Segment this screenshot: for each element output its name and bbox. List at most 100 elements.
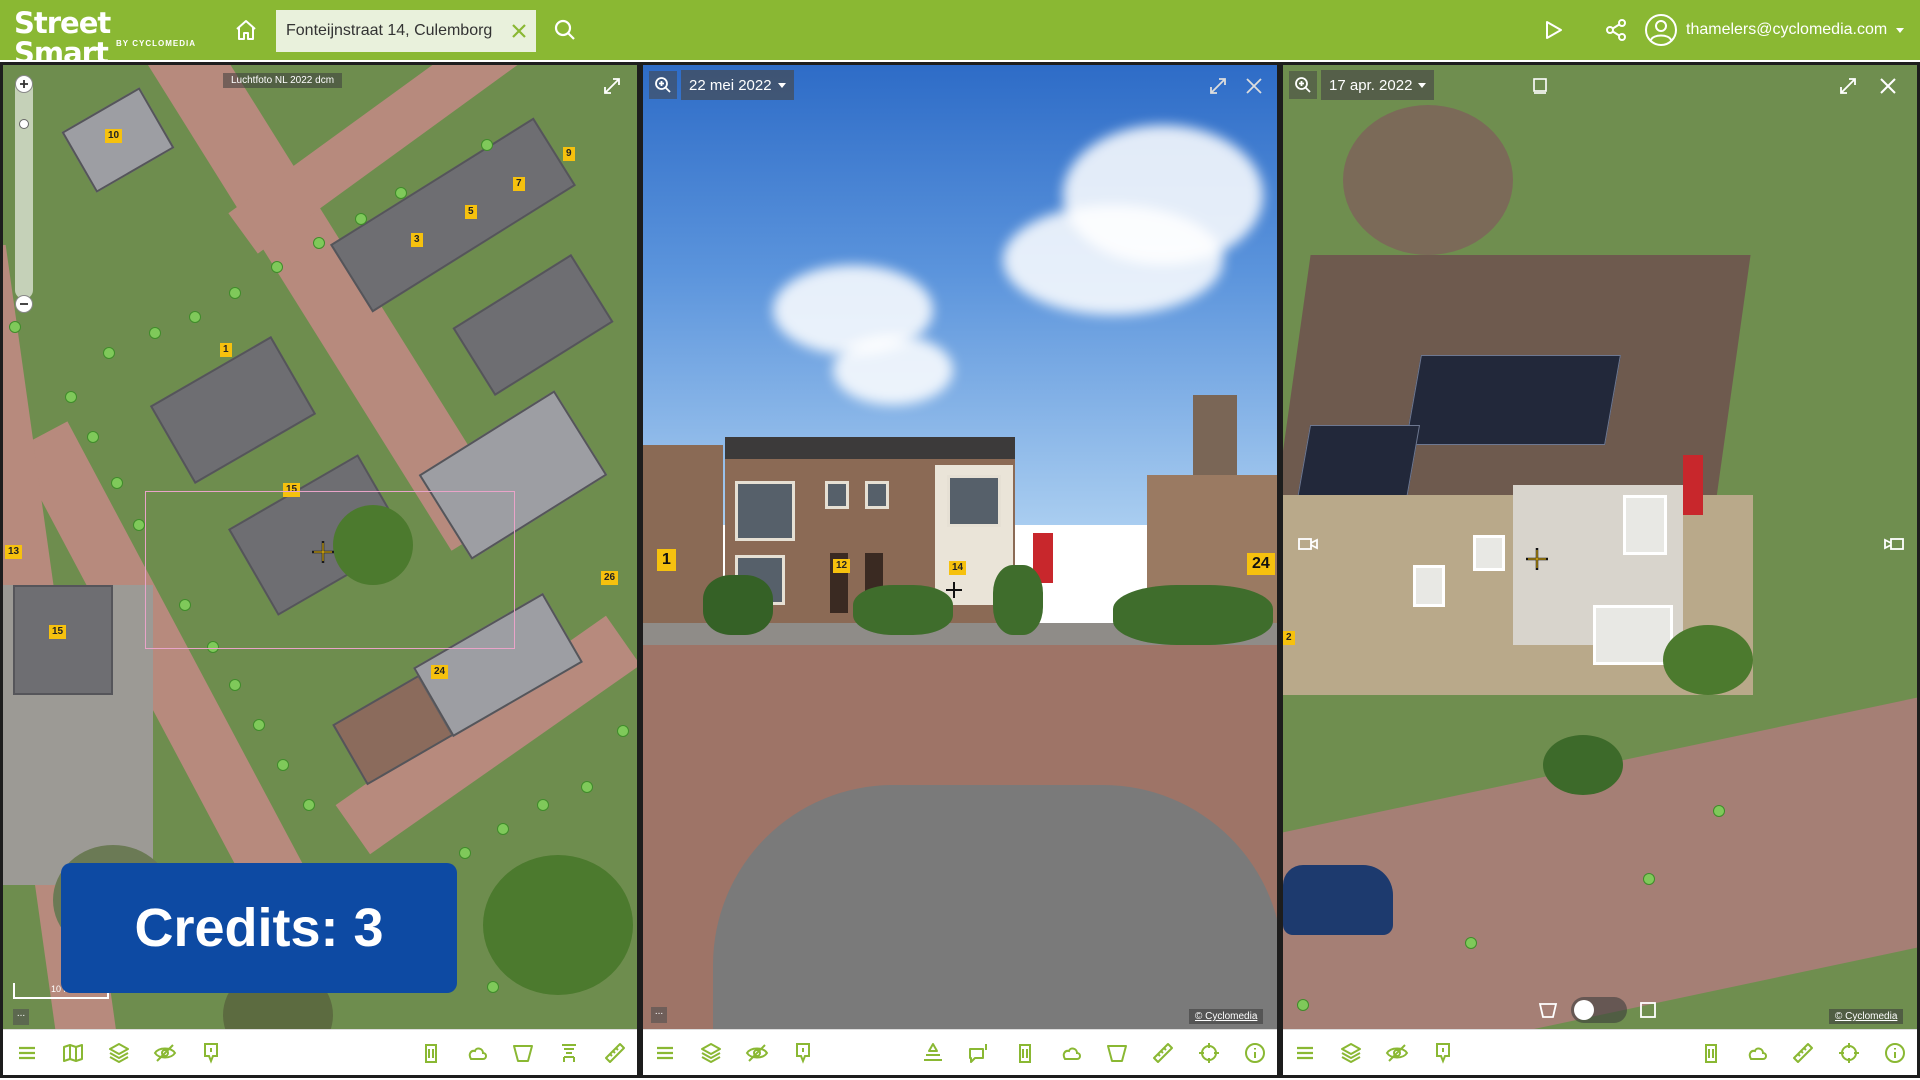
- recording-point[interactable]: [617, 725, 629, 737]
- elevation-button[interactable]: [917, 1037, 949, 1069]
- area-measure-button[interactable]: [507, 1037, 539, 1069]
- menu-button[interactable]: [649, 1037, 681, 1069]
- info-icon: [1885, 1043, 1905, 1063]
- marker-button[interactable]: [195, 1037, 227, 1069]
- recording-point[interactable]: [271, 261, 283, 273]
- menu-button[interactable]: [1289, 1037, 1321, 1069]
- marker-button[interactable]: [787, 1037, 819, 1069]
- recording-point[interactable]: [303, 799, 315, 811]
- expand-button[interactable]: [599, 73, 625, 99]
- layers-button[interactable]: [103, 1037, 135, 1069]
- delete-button[interactable]: [1009, 1037, 1041, 1069]
- direction-button[interactable]: [1527, 73, 1553, 99]
- map-attribution-button[interactable]: ...: [13, 1009, 29, 1025]
- recording-point[interactable]: [253, 719, 265, 731]
- zoom-in-button[interactable]: [15, 75, 33, 93]
- zoom-slider-handle[interactable]: [19, 119, 29, 129]
- map-type-toggle-left[interactable]: [1535, 997, 1561, 1023]
- marker-button[interactable]: [1427, 1037, 1459, 1069]
- recording-point[interactable]: [103, 347, 115, 359]
- map-type-toggle-right[interactable]: [1635, 997, 1661, 1023]
- point-cloud-button[interactable]: [1741, 1037, 1773, 1069]
- recording-point[interactable]: [229, 287, 241, 299]
- rotate-left-button[interactable]: [1295, 531, 1321, 557]
- panorama-attribution-button[interactable]: ...: [651, 1007, 667, 1023]
- comment-button[interactable]: [963, 1037, 995, 1069]
- aerial-map-view[interactable]: 10 9 7 5 3 1 15 13 26 24 15 Luchtfoto NL…: [3, 65, 637, 1029]
- map-type-button[interactable]: [57, 1037, 89, 1069]
- visibility-button[interactable]: [149, 1037, 181, 1069]
- play-button[interactable]: [1537, 14, 1569, 46]
- locate-button[interactable]: [1193, 1037, 1225, 1069]
- recording-point[interactable]: [395, 187, 407, 199]
- point-cloud-button[interactable]: [461, 1037, 493, 1069]
- distance-measure-button[interactable]: [599, 1037, 631, 1069]
- delete-button[interactable]: [415, 1037, 447, 1069]
- recording-point[interactable]: [111, 477, 123, 489]
- rotate-right-button[interactable]: [1881, 531, 1907, 557]
- view-mode-toggle[interactable]: [1571, 997, 1627, 1023]
- copyright-link[interactable]: © Cyclomedia: [1829, 1009, 1904, 1024]
- square-icon: [1640, 1002, 1656, 1018]
- panorama-date-selector[interactable]: 22 mei 2022: [681, 70, 794, 100]
- zoom-slider[interactable]: [15, 79, 33, 299]
- oblique-view[interactable]: 2 17 apr. 2022 © Cyclomedia: [1283, 65, 1917, 1029]
- distance-measure-button[interactable]: [1147, 1037, 1179, 1069]
- recording-point[interactable]: [9, 321, 21, 333]
- user-menu[interactable]: thamelers@cyclomedia.com: [1644, 10, 1905, 50]
- recording-point[interactable]: [313, 237, 325, 249]
- oblique-date: 17 apr. 2022: [1329, 76, 1413, 94]
- height-measure-button[interactable]: [553, 1037, 585, 1069]
- close-panel-button[interactable]: [1241, 73, 1267, 99]
- oblique-date-selector[interactable]: 17 apr. 2022: [1321, 70, 1435, 100]
- zoom-out-button[interactable]: [15, 295, 33, 313]
- address-search-field[interactable]: Fonteijnstraat 14, Culemborg: [276, 10, 536, 52]
- info-button[interactable]: [1239, 1037, 1271, 1069]
- recording-point[interactable]: [537, 799, 549, 811]
- recording-point[interactable]: [481, 139, 493, 151]
- area-measure-button[interactable]: [1101, 1037, 1133, 1069]
- recording-point[interactable]: [149, 327, 161, 339]
- share-button[interactable]: [1600, 14, 1632, 46]
- recording-point[interactable]: [65, 391, 77, 403]
- house-number-tag: 24: [431, 665, 449, 679]
- close-panel-button[interactable]: [1875, 73, 1901, 99]
- menu-button[interactable]: [11, 1037, 43, 1069]
- visibility-button[interactable]: [1381, 1037, 1413, 1069]
- recording-point[interactable]: [581, 781, 593, 793]
- recording-point[interactable]: [133, 519, 145, 531]
- caret-down-icon: [1896, 28, 1905, 33]
- search-button[interactable]: [548, 13, 582, 47]
- recording-point[interactable]: [355, 213, 367, 225]
- recording-point[interactable]: [277, 759, 289, 771]
- layers-button[interactable]: [1335, 1037, 1367, 1069]
- copyright-link[interactable]: © Cyclomedia: [1189, 1009, 1264, 1024]
- expand-button[interactable]: [1835, 73, 1861, 99]
- panorama-view[interactable]: 1 12 14 24 22 mei 2022 ... © Cyclomedia: [643, 65, 1277, 1029]
- viewing-area-rectangle: [145, 491, 515, 649]
- recording-point[interactable]: [229, 679, 241, 691]
- visibility-button[interactable]: [741, 1037, 773, 1069]
- panorama-zoom-button[interactable]: [649, 71, 677, 99]
- recording-point[interactable]: [459, 847, 471, 859]
- info-button[interactable]: [1879, 1037, 1911, 1069]
- recording-point[interactable]: [1465, 937, 1477, 949]
- layers-button[interactable]: [695, 1037, 727, 1069]
- clear-search-button[interactable]: [502, 10, 536, 52]
- street-smart-logo[interactable]: Street Smart BY CYCLOMEDIA: [14, 8, 196, 68]
- delete-button[interactable]: [1695, 1037, 1727, 1069]
- home-icon: [236, 20, 256, 40]
- distance-measure-button[interactable]: [1787, 1037, 1819, 1069]
- recording-point[interactable]: [1643, 873, 1655, 885]
- point-cloud-button[interactable]: [1055, 1037, 1087, 1069]
- recording-point[interactable]: [1297, 999, 1309, 1011]
- recording-point[interactable]: [189, 311, 201, 323]
- home-button[interactable]: [230, 14, 262, 46]
- oblique-zoom-button[interactable]: [1289, 71, 1317, 99]
- recording-point[interactable]: [87, 431, 99, 443]
- recording-point[interactable]: [487, 981, 499, 993]
- expand-button[interactable]: [1205, 73, 1231, 99]
- locate-button[interactable]: [1833, 1037, 1865, 1069]
- recording-point[interactable]: [1713, 805, 1725, 817]
- recording-point[interactable]: [497, 823, 509, 835]
